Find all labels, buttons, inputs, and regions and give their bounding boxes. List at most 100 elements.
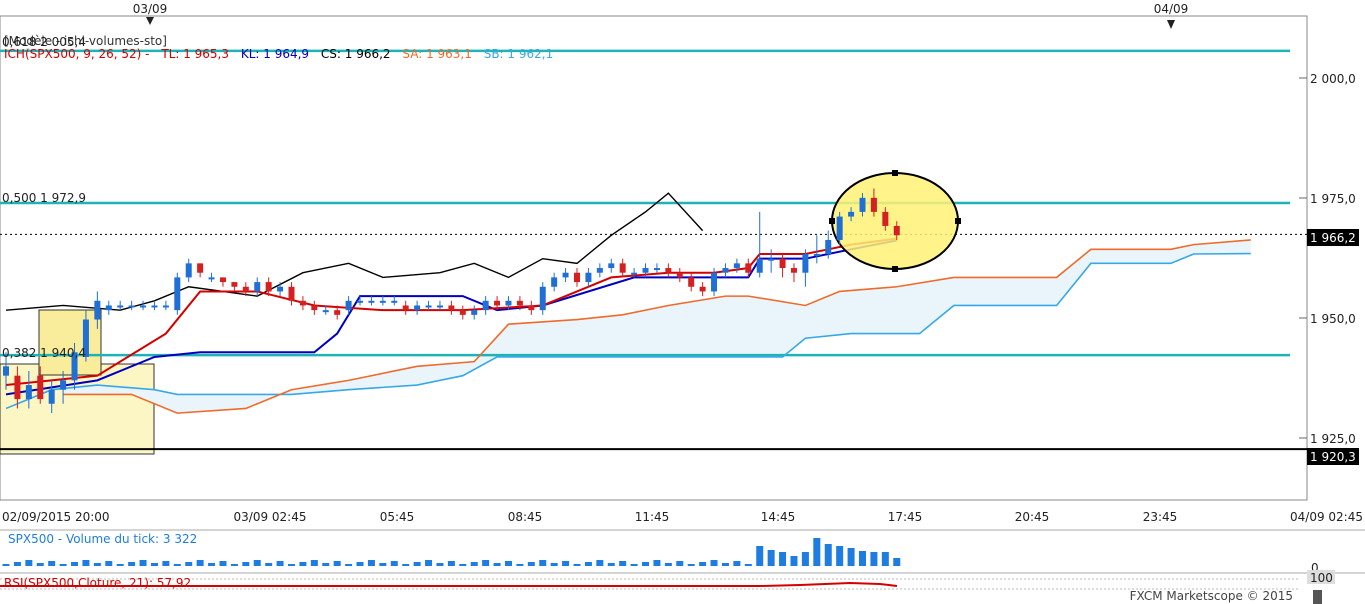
- volume-bar: [390, 561, 398, 566]
- ellipse-handle-top[interactable]: [892, 170, 898, 176]
- candle-body: [94, 300, 101, 320]
- volume-bar: [299, 562, 307, 566]
- candle-body: [665, 268, 672, 273]
- volume-bar: [676, 561, 684, 566]
- volume-bar: [642, 562, 650, 566]
- volume-bar: [664, 563, 672, 566]
- volume-bar: [367, 560, 375, 566]
- volume-bar: [105, 561, 113, 566]
- volume-bar: [196, 560, 204, 566]
- candle-body: [345, 300, 352, 311]
- candle-body: [402, 305, 409, 311]
- volume-bar: [413, 562, 421, 566]
- time-label: 02/09/2015 20:00: [2, 510, 110, 524]
- volume-bar: [881, 552, 889, 566]
- volume-bar: [242, 562, 250, 566]
- candle-body: [494, 300, 501, 306]
- volume-bar: [847, 548, 855, 566]
- price-tick-label: 2 000,0: [1310, 72, 1356, 86]
- ellipse-handle-bottom[interactable]: [892, 266, 898, 272]
- volume-bar: [116, 564, 124, 566]
- candle-body: [653, 268, 660, 271]
- top-date-left: 03/09: [133, 2, 168, 16]
- rsi-title: RSI(SPX500,Cloture, 21): 57,92: [4, 576, 191, 590]
- candle-body: [311, 305, 318, 311]
- volume-bar: [425, 560, 433, 566]
- volume-bar: [219, 561, 227, 566]
- current-price-label: 1 966,2: [1310, 231, 1356, 245]
- tl-value: TL: 1 965,3: [160, 47, 229, 61]
- volume-bar: [253, 560, 261, 566]
- candle-body: [151, 305, 158, 308]
- volume-bar: [607, 563, 615, 566]
- candle-body: [608, 263, 615, 269]
- volume-bar: [699, 562, 707, 566]
- volume-bar: [836, 546, 844, 566]
- volume-bar: [162, 561, 170, 566]
- highlight-box-candles: [38, 309, 102, 376]
- candle-body: [105, 305, 112, 311]
- sa-value: SA: 1 963,1: [402, 47, 472, 61]
- candle-body: [219, 277, 226, 283]
- volume-bar: [36, 563, 44, 566]
- candle-body: [379, 300, 386, 303]
- volume-bar: [539, 560, 547, 566]
- volume-bar: [2, 564, 10, 566]
- candle-body: [14, 375, 21, 400]
- candle-body: [825, 239, 832, 254]
- candle-body: [859, 197, 866, 212]
- candle-body: [768, 258, 775, 261]
- candle-body: [596, 268, 603, 273]
- price-chart[interactable]: 03/09 04/09 [Modèle - ichi-volumes-sto] …: [0, 0, 1365, 604]
- candle-body: [551, 277, 558, 287]
- volume-bar: [527, 562, 535, 566]
- volume-bar: [356, 562, 364, 566]
- volume-bar: [59, 564, 67, 566]
- ellipse-handle-left[interactable]: [829, 218, 835, 224]
- candle-body: [117, 305, 124, 308]
- rsi-max-label: 100: [1310, 571, 1333, 585]
- ellipse-handle-right[interactable]: [955, 218, 961, 224]
- candle-body: [414, 305, 421, 311]
- candle-body: [870, 197, 877, 212]
- volume-title: SPX500 - Volume du tick: 3 322: [8, 532, 197, 546]
- low-level-label: 1 920,3: [1310, 450, 1356, 464]
- volume-bar: [813, 538, 821, 566]
- scroll-handle-icon[interactable]: [1313, 590, 1322, 604]
- volume-bar: [310, 560, 318, 566]
- candle-body: [48, 389, 55, 404]
- volume-bar: [630, 564, 638, 566]
- candle-body: [231, 282, 238, 287]
- candle-body: [459, 310, 466, 315]
- time-label: 14:45: [761, 510, 796, 524]
- volume-bar: [493, 563, 501, 566]
- candle-body: [585, 272, 592, 283]
- volume-bar: [744, 564, 752, 566]
- candle-body: [436, 305, 443, 308]
- volume-bar: [516, 564, 524, 566]
- volume-bar: [584, 562, 592, 566]
- candle-body: [448, 305, 455, 311]
- candle-body: [254, 282, 261, 292]
- volume-bar: [436, 563, 444, 566]
- volume-bar: [482, 560, 490, 566]
- candle-body: [185, 263, 192, 278]
- volume-bar: [13, 562, 21, 566]
- volume-bar: [767, 550, 775, 566]
- volume-bar: [150, 563, 158, 566]
- price-tick-label: 1 925,0: [1310, 432, 1356, 446]
- candle-body: [882, 211, 889, 226]
- price-tick-label: 1 975,0: [1310, 192, 1356, 206]
- candle-body: [756, 258, 763, 273]
- volume-bar: [687, 564, 695, 566]
- candle-body: [140, 305, 147, 308]
- volume-bar: [139, 560, 147, 566]
- volume-bar: [710, 560, 718, 566]
- volume-bar: [573, 564, 581, 566]
- time-label: 04/09 02:45: [1290, 510, 1363, 524]
- candle-body: [277, 286, 284, 292]
- candle-body: [848, 211, 855, 217]
- candle-body: [574, 272, 580, 283]
- volume-bar: [790, 556, 798, 566]
- candle-body: [813, 254, 820, 256]
